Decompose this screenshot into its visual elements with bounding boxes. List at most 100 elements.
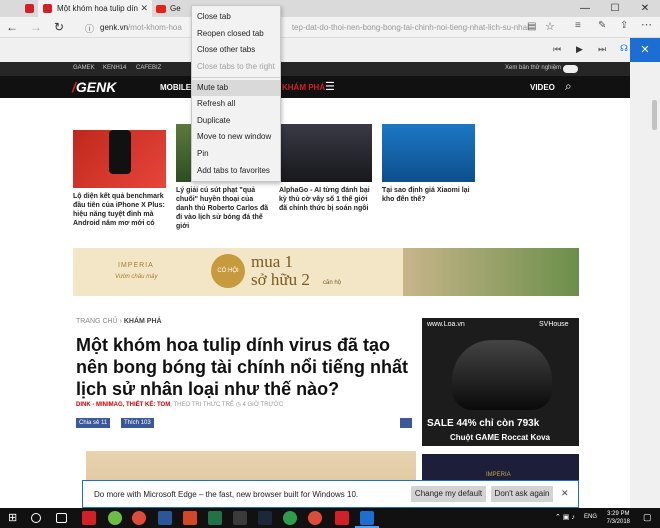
banner-ad[interactable]: IMPERIA Vườn châu mây CÓ HỘI mua 1 sở hữ… <box>73 248 579 296</box>
refresh-button[interactable]: ↻ <box>50 17 68 38</box>
news-card[interactable]: Tại sao định giá Xiaomi lại kho đến thế? <box>382 124 475 204</box>
genk-logo[interactable]: /GENK <box>72 79 116 95</box>
pinned-tab[interactable] <box>22 0 36 17</box>
tab-youtube[interactable]: Ge <box>156 0 188 17</box>
language-indicator[interactable]: ENG <box>584 514 597 520</box>
app-icon[interactable] <box>283 511 297 525</box>
byline: DINK - MINIMAG, THIẾT KẾ: TOM, THEO TRI … <box>76 401 283 408</box>
app-icon[interactable] <box>233 511 247 525</box>
windows-taskbar: ⊞ ⌃ ▣ ♪ ENG 3:29 PM 7/3/2018 ▢ <box>0 508 660 528</box>
mouse-image <box>452 340 552 410</box>
search-icon[interactable]: ⌕ <box>565 79 572 94</box>
dont-ask-again-button[interactable]: Don't ask again <box>491 486 553 502</box>
nav-mobile[interactable]: MOBILE <box>160 83 191 92</box>
previous-icon[interactable]: ⏮ <box>553 44 561 55</box>
read-aloud-bar: ⏮ ▶ ⏭ ☊ <box>0 38 660 62</box>
app-icon[interactable] <box>82 511 96 525</box>
tab-title: Một khóm hoa tulip dín <box>57 4 138 13</box>
banner-photo <box>403 248 579 296</box>
chrome-icon[interactable] <box>308 511 322 525</box>
site-link[interactable]: KENH14 <box>103 65 126 71</box>
beta-toggle-label: Xem bản thử nghiệm <box>505 65 562 71</box>
site-link[interactable]: GAMEK <box>73 65 95 71</box>
email-icon[interactable] <box>400 418 412 428</box>
reading-view-icon[interactable]: ▤ <box>527 21 536 32</box>
nav-kham-pha[interactable]: KHÁM PHÁ <box>282 83 325 92</box>
clock[interactable]: 3:29 PM 7/3/2018 <box>607 510 630 526</box>
share-icon[interactable]: ⇪ <box>620 20 628 31</box>
minimize-button[interactable]: — <box>570 0 600 17</box>
menu-separator <box>192 77 280 78</box>
change-default-button[interactable]: Change my default <box>411 486 486 502</box>
like-count: 103 <box>140 420 151 426</box>
steam-icon[interactable] <box>258 511 272 525</box>
menu-item-reopen-closed-tab[interactable]: Reopen closed tab <box>192 26 280 42</box>
side-ad-brand: SVHouse <box>539 321 569 328</box>
excel-icon[interactable] <box>208 511 222 525</box>
page-info-icon[interactable]: ⓘ <box>85 22 94 35</box>
article-headline: Một khóm hoa tulip dính virus đã tạo nên… <box>76 335 408 399</box>
card-thumbnail <box>382 124 475 182</box>
next-icon[interactable]: ⏭ <box>598 44 606 55</box>
more-icon[interactable]: ⋯ <box>641 18 652 31</box>
site-navbar: /GENK MOBILE KHÁM PHÁ ☰ VIDEO ⌕ <box>0 76 630 98</box>
crumb-home[interactable]: TRANG CHỦ <box>76 318 118 325</box>
back-button[interactable]: ← <box>3 17 21 38</box>
side-ad-price: SALE 44% chỉ còn 793k <box>427 418 540 429</box>
close-prompt-icon[interactable]: ✕ <box>561 488 569 499</box>
crumb-section[interactable]: KHÁM PHÁ <box>124 318 162 325</box>
menu-item-close-other-tabs[interactable]: Close other tabs <box>192 42 280 58</box>
favorite-star-icon[interactable]: ☆ <box>545 20 555 33</box>
web-note-icon[interactable]: ✎ <box>598 20 606 31</box>
menu-item-close-tabs-right[interactable]: Close tabs to the right <box>192 59 280 75</box>
close-read-aloud-button[interactable]: ✕ <box>630 38 660 62</box>
tab-bar: Một khóm hoa tulip dín ✕ Ge — ☐ ✕ <box>0 0 660 17</box>
menu-item-refresh-all[interactable]: Refresh all <box>192 96 280 112</box>
maximize-button[interactable]: ☐ <box>600 0 630 17</box>
powerpoint-icon[interactable] <box>183 511 197 525</box>
genk-favicon-icon <box>25 4 34 13</box>
play-icon[interactable]: ▶ <box>576 44 583 55</box>
menu-item-close-tab[interactable]: Close tab <box>192 9 280 25</box>
banner-badge: CÓ HỘI <box>211 254 245 288</box>
menu-item-add-favorites[interactable]: Add tabs to favorites <box>192 163 280 179</box>
url-field[interactable]: genk.vn/mot-khom-hoa tep-dat-do-thoi-nen-… <box>100 20 530 35</box>
close-window-button[interactable]: ✕ <box>630 0 660 17</box>
youtube-favicon-icon <box>156 4 166 13</box>
menu-item-duplicate[interactable]: Duplicate <box>192 113 280 129</box>
site-link[interactable]: CAFEBIZ <box>136 65 161 71</box>
voice-settings-icon[interactable]: ☊ <box>620 43 628 54</box>
search-circle-icon[interactable] <box>31 513 41 523</box>
card-title: AlphaGo - AI từng đánh bại kỳ thủ cờ vây… <box>279 187 370 212</box>
start-icon[interactable]: ⊞ <box>8 511 22 525</box>
scrollbar-thumb[interactable] <box>652 100 657 130</box>
tab-active[interactable]: Một khóm hoa tulip dín ✕ <box>38 0 152 17</box>
task-view-icon[interactable] <box>56 513 67 523</box>
notifications-icon[interactable]: ▢ <box>643 512 652 523</box>
facebook-like-button[interactable]: Thích 103 <box>121 418 154 428</box>
menu-item-pin[interactable]: Pin <box>192 146 280 162</box>
card-thumbnail <box>279 124 372 182</box>
side-ad[interactable]: www.Loa.vn SVHouse SALE 44% chỉ còn 793k… <box>422 318 579 446</box>
edge-icon[interactable] <box>360 511 374 525</box>
chrome-icon[interactable] <box>132 511 146 525</box>
banner-brand: IMPERIA <box>118 262 154 269</box>
menu-item-mute-tab[interactable]: Mute tab <box>192 80 280 96</box>
beta-toggle[interactable] <box>563 65 578 73</box>
nav-video[interactable]: VIDEO <box>530 83 555 92</box>
close-tab-icon[interactable]: ✕ <box>140 3 148 14</box>
app-icon[interactable] <box>108 511 122 525</box>
url-path: /mot-khom-hoa <box>128 23 182 32</box>
news-card[interactable]: Lộ diện kết quả benchmark đầu tiên của i… <box>73 124 166 228</box>
hub-icon[interactable]: ≡ <box>575 20 581 31</box>
facebook-share-button[interactable]: Chia sẻ 11 <box>76 418 111 428</box>
news-card[interactable]: AlphaGo - AI từng đánh bại kỳ thủ cờ vây… <box>279 124 372 213</box>
side-ad-site: www.Loa.vn <box>427 321 465 328</box>
forward-button[interactable]: → <box>27 17 45 38</box>
menu-icon[interactable]: ☰ <box>325 80 335 93</box>
menu-item-move-new-window[interactable]: Move to new window <box>192 129 280 145</box>
clock-date: 7/3/2018 <box>606 519 630 525</box>
app-icon[interactable] <box>335 511 349 525</box>
word-icon[interactable] <box>158 511 172 525</box>
tray-icons[interactable]: ⌃ ▣ ♪ <box>555 513 575 521</box>
